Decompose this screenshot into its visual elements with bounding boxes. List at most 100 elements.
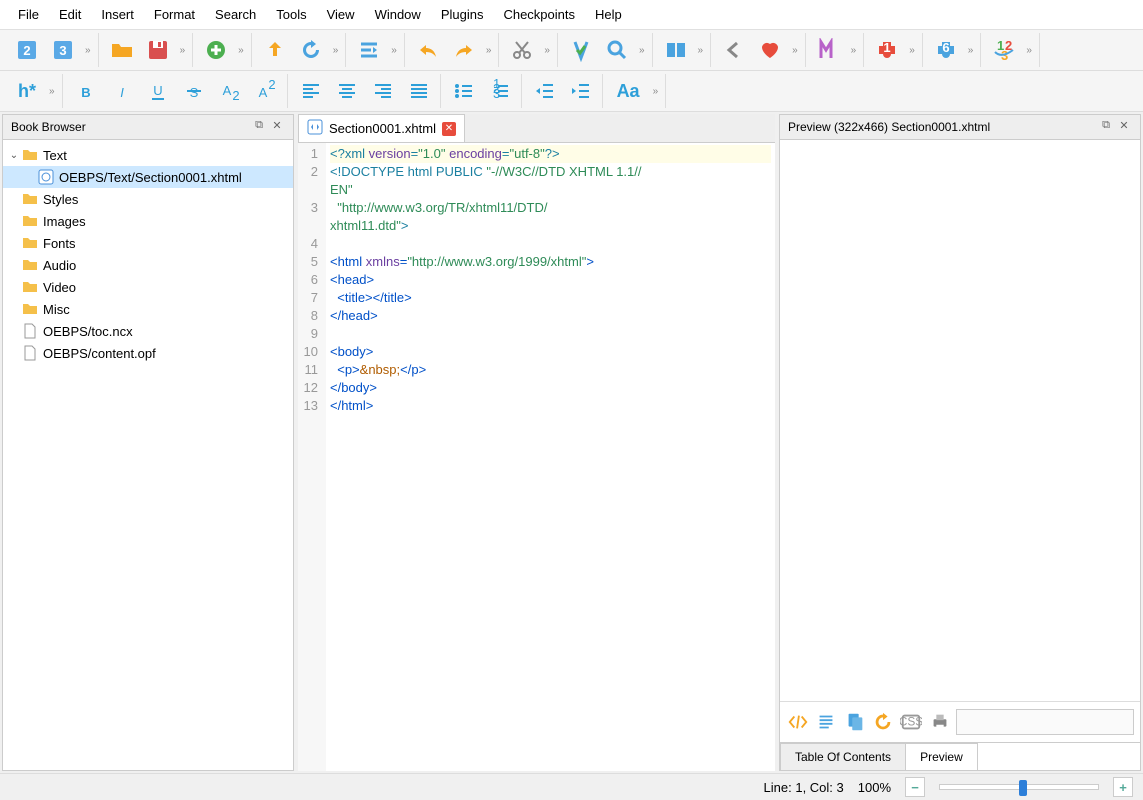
indent-button[interactable] <box>564 74 598 108</box>
tree-node-html[interactable]: OEBPS/Text/Section0001.xhtml <box>3 166 293 188</box>
css-button[interactable]: CSS <box>899 708 923 736</box>
overflow-icon[interactable]: » <box>1023 45 1035 56</box>
validate-button[interactable] <box>564 33 598 67</box>
tree-node-file[interactable]: OEBPS/content.opf <box>3 342 293 364</box>
menu-window[interactable]: Window <box>365 3 431 26</box>
code-editor[interactable]: 12345678910111213 <?xml version="1.0" en… <box>298 143 775 771</box>
zoom-out-button[interactable]: − <box>905 777 925 797</box>
code-view-button[interactable] <box>786 708 810 736</box>
code-line[interactable]: </head> <box>330 307 771 325</box>
copy-button[interactable] <box>843 708 867 736</box>
preview-tab-table-of-contents[interactable]: Table Of Contents <box>780 743 906 770</box>
tree-node-file[interactable]: OEBPS/toc.ncx <box>3 320 293 342</box>
menu-format[interactable]: Format <box>144 3 205 26</box>
undock-icon[interactable]: ⧉ <box>1098 119 1114 135</box>
code-line[interactable] <box>330 235 771 253</box>
overflow-icon[interactable]: » <box>650 86 662 97</box>
overflow-icon[interactable]: » <box>177 45 189 56</box>
overflow-icon[interactable]: » <box>695 45 707 56</box>
heading-dropdown[interactable]: h* <box>10 74 44 108</box>
align-right-button[interactable] <box>366 74 400 108</box>
tree-node-folder[interactable]: Images <box>3 210 293 232</box>
editor-tab[interactable]: Section0001.xhtml ✕ <box>298 114 465 142</box>
code-content[interactable]: <?xml version="1.0" encoding="utf-8"?><!… <box>326 143 775 771</box>
zoom-thumb[interactable] <box>1019 780 1027 796</box>
overflow-icon[interactable]: » <box>636 45 648 56</box>
code-line[interactable]: </html> <box>330 397 771 415</box>
code-line[interactable]: <!DOCTYPE html PUBLIC "-//W3C//DTD XHTML… <box>330 163 771 181</box>
code-line[interactable]: <body> <box>330 343 771 361</box>
refresh-button[interactable] <box>294 33 328 67</box>
indent-left-button[interactable] <box>352 33 386 67</box>
add-button[interactable] <box>199 33 233 67</box>
align-justify-button[interactable] <box>402 74 436 108</box>
close-icon[interactable]: ✕ <box>269 119 285 135</box>
find-button[interactable] <box>600 33 634 67</box>
menu-tools[interactable]: Tools <box>266 3 316 26</box>
reload-button[interactable] <box>871 708 895 736</box>
italic-button[interactable]: I <box>105 74 139 108</box>
tree-node-folder[interactable]: Styles <box>3 188 293 210</box>
tree-node-folder[interactable]: Misc <box>3 298 293 320</box>
back-button[interactable] <box>717 33 751 67</box>
overflow-icon[interactable]: » <box>46 86 58 97</box>
tree-node-folder[interactable]: ⌄Text <box>3 144 293 166</box>
zoom-slider[interactable] <box>939 784 1099 790</box>
menu-file[interactable]: File <box>8 3 49 26</box>
underline-button[interactable]: U <box>141 74 175 108</box>
superscript-button[interactable]: A2 <box>249 74 283 108</box>
tree-node-folder[interactable]: Fonts <box>3 232 293 254</box>
undo-button[interactable] <box>411 33 445 67</box>
code-line[interactable]: </body> <box>330 379 771 397</box>
code-line[interactable]: xhtml11.dtd"> <box>330 217 771 235</box>
code-line[interactable]: "http://www.w3.org/TR/xhtml11/DTD/ <box>330 199 771 217</box>
strike-button[interactable]: S <box>177 74 211 108</box>
menu-help[interactable]: Help <box>585 3 632 26</box>
overflow-icon[interactable]: » <box>965 45 977 56</box>
list-number-button[interactable]: 123 <box>483 74 517 108</box>
list-bullet-button[interactable] <box>447 74 481 108</box>
menu-plugins[interactable]: Plugins <box>431 3 494 26</box>
code-line[interactable] <box>330 325 771 343</box>
align-center-button[interactable] <box>330 74 364 108</box>
epub2-button[interactable]: 2 <box>10 33 44 67</box>
outdent-button[interactable] <box>528 74 562 108</box>
epub3-button[interactable]: 3 <box>46 33 80 67</box>
raw-view-button[interactable] <box>814 708 838 736</box>
tab-close-icon[interactable]: ✕ <box>442 122 456 136</box>
overflow-icon[interactable]: » <box>789 45 801 56</box>
code-line[interactable]: <?xml version="1.0" encoding="utf-8"?> <box>330 145 771 163</box>
overflow-icon[interactable]: » <box>235 45 247 56</box>
overflow-icon[interactable]: » <box>388 45 400 56</box>
overflow-icon[interactable]: » <box>82 45 94 56</box>
save-button[interactable] <box>141 33 175 67</box>
print-button[interactable] <box>928 708 952 736</box>
code-line[interactable]: <html xmlns="http://www.w3.org/1999/xhtm… <box>330 253 771 271</box>
menu-search[interactable]: Search <box>205 3 266 26</box>
split-view-button[interactable] <box>659 33 693 67</box>
tree-node-folder[interactable]: Audio <box>3 254 293 276</box>
preview-search-input[interactable] <box>956 709 1134 735</box>
expander-icon[interactable]: ⌄ <box>7 150 21 161</box>
menu-insert[interactable]: Insert <box>91 3 144 26</box>
redo-button[interactable] <box>447 33 481 67</box>
close-icon[interactable]: ✕ <box>1116 119 1132 135</box>
menu-checkpoints[interactable]: Checkpoints <box>493 3 585 26</box>
zoom-in-button[interactable]: + <box>1113 777 1133 797</box>
overflow-icon[interactable]: » <box>541 45 553 56</box>
preview-tab-preview[interactable]: Preview <box>905 743 978 770</box>
tree-node-folder[interactable]: Video <box>3 276 293 298</box>
align-left-button[interactable] <box>294 74 328 108</box>
code-line[interactable]: <head> <box>330 271 771 289</box>
metadata-button[interactable] <box>812 33 846 67</box>
bold-button[interactable]: B <box>69 74 103 108</box>
case-button[interactable]: Aa <box>609 74 648 108</box>
code-line[interactable]: EN" <box>330 181 771 199</box>
undock-icon[interactable]: ⧉ <box>251 119 267 135</box>
plugin-blue-button[interactable]: 6 <box>929 33 963 67</box>
plugin-red-button[interactable]: 1 <box>870 33 904 67</box>
heart-button[interactable] <box>753 33 787 67</box>
menu-view[interactable]: View <box>317 3 365 26</box>
menu-edit[interactable]: Edit <box>49 3 91 26</box>
overflow-icon[interactable]: » <box>906 45 918 56</box>
